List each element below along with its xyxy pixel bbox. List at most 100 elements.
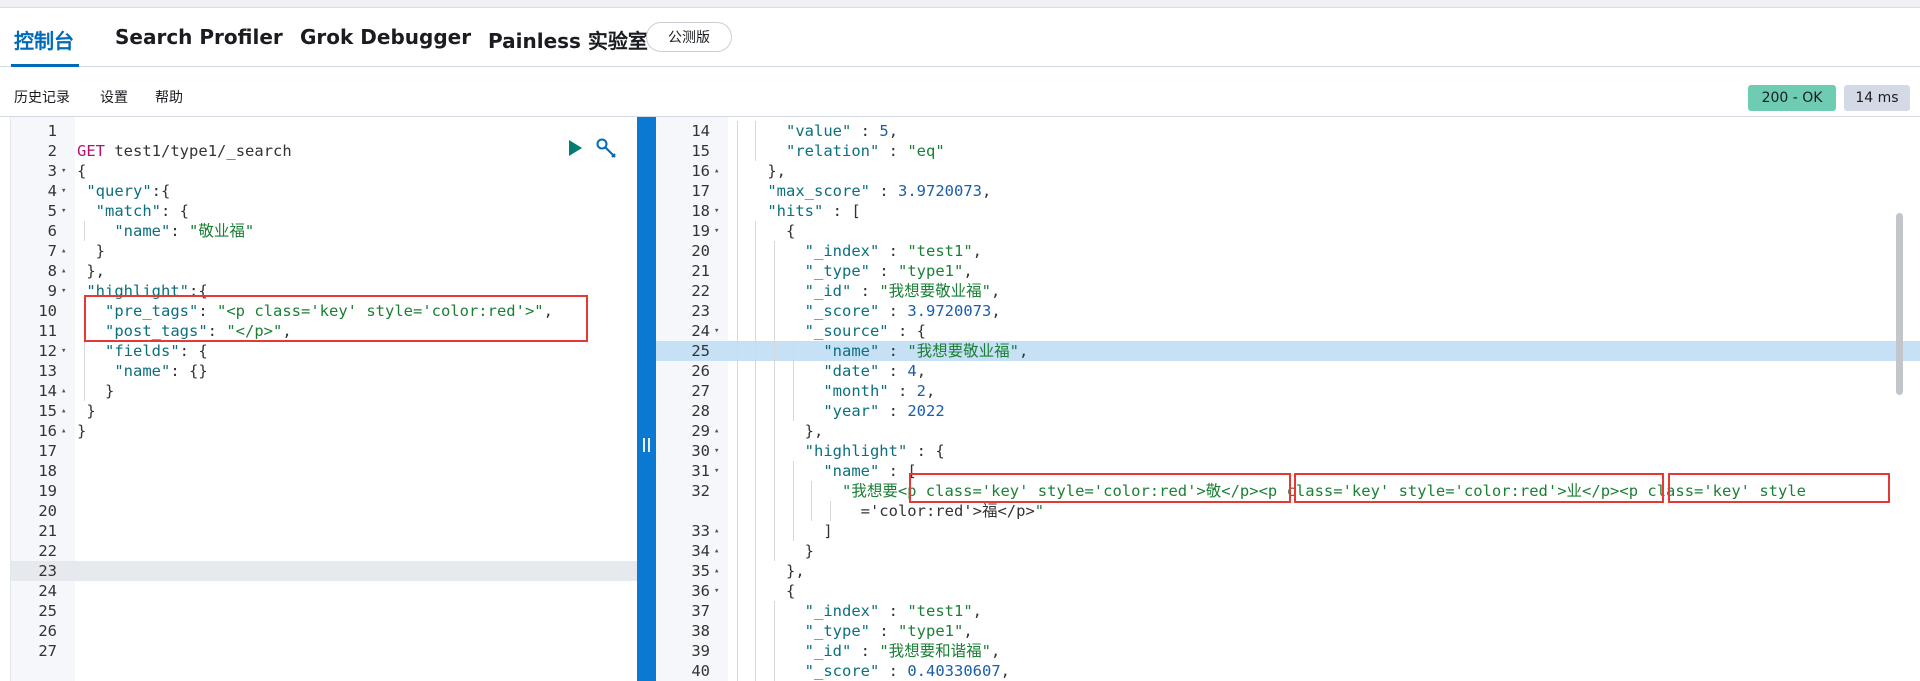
fold-close-icon[interactable]: ▴ bbox=[61, 381, 66, 401]
indent-guide bbox=[755, 441, 757, 461]
response-line: 23 "_score" : 3.9720073, bbox=[656, 301, 1920, 321]
line-number: 31 bbox=[691, 462, 710, 480]
fold-close-icon[interactable]: ▴ bbox=[714, 421, 719, 441]
indent-guide bbox=[773, 481, 775, 501]
request-line: 26 bbox=[11, 621, 637, 641]
line-number: 24 bbox=[691, 322, 710, 340]
indent-guide bbox=[773, 661, 775, 681]
indent-guide bbox=[755, 241, 757, 261]
fold-open-icon[interactable]: ▾ bbox=[714, 581, 719, 601]
request-line: 11 "post_tags": "</p>", bbox=[11, 321, 637, 341]
line-number: 15 bbox=[691, 142, 710, 160]
code-text: "_type" : "type1", bbox=[730, 261, 973, 281]
fold-open-icon[interactable]: ▾ bbox=[61, 181, 66, 201]
fold-open-icon[interactable]: ▾ bbox=[61, 281, 66, 301]
line-number: 4 bbox=[47, 182, 57, 200]
indent-guide bbox=[736, 321, 738, 341]
response-line: 36 ▾ { bbox=[656, 581, 1920, 601]
indent-guide bbox=[811, 481, 813, 501]
request-line: 20 bbox=[11, 501, 637, 521]
request-editor[interactable]: 1 2 GET test1/type1/_search 3 ▾{4 ▾ "query":{… bbox=[10, 117, 637, 681]
fold-open-icon[interactable]: ▾ bbox=[714, 441, 719, 461]
line-number: 20 bbox=[691, 242, 710, 260]
indent-guide bbox=[736, 381, 738, 401]
response-line: 35 ▴ }, bbox=[656, 561, 1920, 581]
line-number: 7 bbox=[47, 242, 57, 260]
settings-link[interactable]: 设置 bbox=[100, 87, 128, 107]
response-line: 20 "_index" : "test1", bbox=[656, 241, 1920, 261]
fold-close-icon[interactable]: ▴ bbox=[61, 401, 66, 421]
response-viewer[interactable]: 14 "value" : 5, 15 "relation" : "eq" 16 ▴ }… bbox=[656, 117, 1920, 681]
code-text: } bbox=[77, 381, 115, 401]
tab-grok-debugger[interactable]: Grok Debugger bbox=[300, 25, 471, 49]
indent-guide bbox=[736, 461, 738, 481]
fold-close-icon[interactable]: ▴ bbox=[61, 421, 66, 441]
tab-painless-lab[interactable]: Painless 实验室 bbox=[488, 25, 648, 54]
code-text: "_id" : "我想要和谐福", bbox=[730, 641, 1000, 661]
line-number: 23 bbox=[691, 302, 710, 320]
line-number: 2 bbox=[47, 142, 57, 160]
drag-handle-icon[interactable] bbox=[643, 438, 650, 452]
indent-guide bbox=[755, 401, 757, 421]
response-scrollbar[interactable] bbox=[1896, 213, 1903, 395]
fold-open-icon[interactable]: ▾ bbox=[714, 221, 719, 241]
code-text: "date" : 4, bbox=[730, 361, 926, 381]
help-link[interactable]: 帮助 bbox=[155, 87, 183, 107]
fold-open-icon[interactable]: ▾ bbox=[714, 461, 719, 481]
response-line: 18 ▾ "hits" : [ bbox=[656, 201, 1920, 221]
code-text: "value" : 5, bbox=[730, 121, 898, 141]
line-number: 37 bbox=[691, 602, 710, 620]
indent-guide bbox=[773, 521, 775, 541]
request-line: 2 GET test1/type1/_search bbox=[11, 141, 637, 161]
pane-splitter[interactable] bbox=[637, 117, 656, 681]
response-line: 15 "relation" : "eq" bbox=[656, 141, 1920, 161]
indent-guide bbox=[773, 381, 775, 401]
wrench-icon[interactable] bbox=[596, 138, 616, 158]
code-text: GET test1/type1/_search bbox=[77, 142, 292, 160]
line-number: 1 bbox=[47, 122, 57, 140]
line-number: 13 bbox=[38, 362, 57, 380]
fold-open-icon[interactable]: ▾ bbox=[61, 161, 66, 181]
request-line: 6 "name": "敬业福" bbox=[11, 221, 637, 241]
request-line: 9 ▾ "highlight":{ bbox=[11, 281, 637, 301]
response-line: 17 "max_score" : 3.9720073, bbox=[656, 181, 1920, 201]
code-text: "match": { bbox=[95, 202, 190, 220]
indent-guide bbox=[736, 441, 738, 461]
tab-search-profiler[interactable]: Search Profiler bbox=[115, 25, 283, 49]
indent-guide bbox=[736, 621, 738, 641]
line-number: 32 bbox=[691, 482, 710, 500]
fold-open-icon[interactable]: ▾ bbox=[61, 341, 66, 361]
request-line: 1 bbox=[11, 121, 637, 141]
fold-open-icon[interactable]: ▾ bbox=[714, 321, 719, 341]
fold-open-icon[interactable]: ▾ bbox=[714, 201, 719, 221]
response-line: 26 "date" : 4, bbox=[656, 361, 1920, 381]
history-link[interactable]: 历史记录 bbox=[14, 87, 70, 107]
code-text: "name" : [ bbox=[730, 461, 917, 481]
fold-close-icon[interactable]: ▴ bbox=[714, 541, 719, 561]
indent-guide bbox=[736, 141, 738, 161]
line-number: 40 bbox=[691, 662, 710, 680]
play-icon[interactable] bbox=[569, 140, 582, 156]
indent-guide bbox=[736, 581, 738, 601]
tab-console[interactable]: 控制台 bbox=[14, 25, 74, 54]
indent-guide bbox=[773, 321, 775, 341]
line-number: 5 bbox=[47, 202, 57, 220]
fold-close-icon[interactable]: ▴ bbox=[61, 261, 66, 281]
indent-guide bbox=[736, 341, 738, 361]
response-time-badge: 14 ms bbox=[1844, 85, 1910, 111]
fold-close-icon[interactable]: ▴ bbox=[61, 241, 66, 261]
indent-guide bbox=[755, 301, 757, 321]
line-number: 21 bbox=[691, 262, 710, 280]
request-line: 23 bbox=[11, 561, 637, 581]
fold-close-icon[interactable]: ▴ bbox=[714, 161, 719, 181]
fold-open-icon[interactable]: ▾ bbox=[61, 201, 66, 221]
response-line: 31 ▾ "name" : [ bbox=[656, 461, 1920, 481]
response-line: 37 "_index" : "test1", bbox=[656, 601, 1920, 621]
indent-guide bbox=[736, 121, 738, 141]
indent-guide bbox=[792, 501, 794, 521]
fold-close-icon[interactable]: ▴ bbox=[714, 561, 719, 581]
indent-guide bbox=[736, 561, 738, 581]
request-line: 14 ▴ } bbox=[11, 381, 637, 401]
fold-close-icon[interactable]: ▴ bbox=[714, 521, 719, 541]
line-number: 16 bbox=[691, 162, 710, 180]
